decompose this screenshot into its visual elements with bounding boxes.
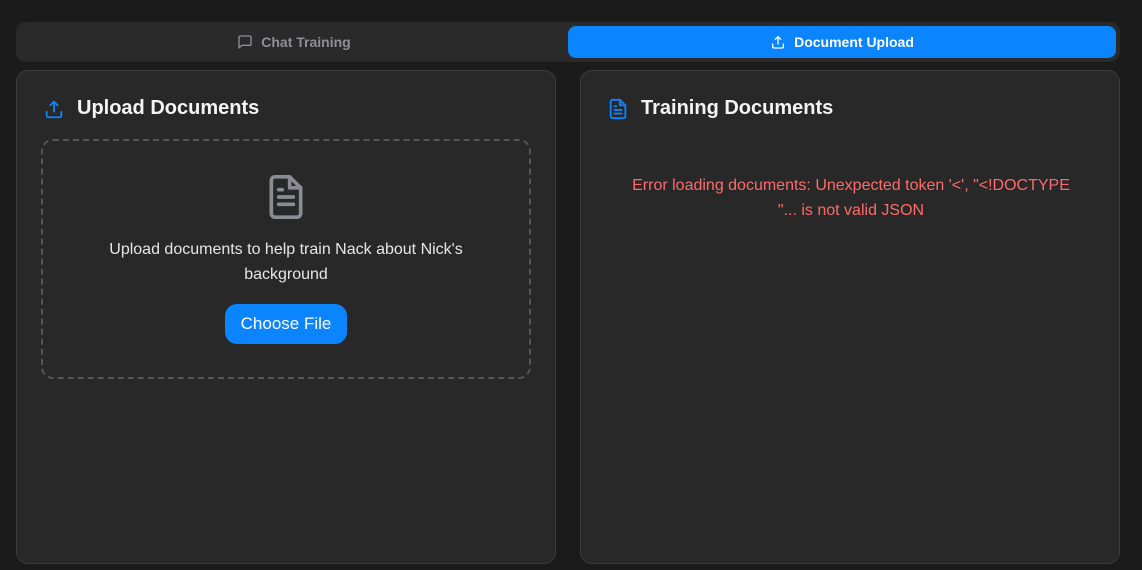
chat-bubble-icon bbox=[238, 35, 252, 49]
tab-label: Chat Training bbox=[261, 34, 351, 50]
dropzone-instructions: Upload documents to help train Nack abou… bbox=[109, 241, 463, 283]
upload-icon bbox=[45, 100, 63, 118]
panel-title: Upload Documents bbox=[77, 97, 260, 119]
upload-icon bbox=[772, 36, 785, 49]
tab-document-upload[interactable]: Document Upload bbox=[568, 26, 1116, 58]
upload-documents-panel: Upload Documents Upload documents to hel… bbox=[16, 70, 556, 564]
error-message: Error loading documents: Unexpected toke… bbox=[632, 177, 1070, 219]
choose-file-button[interactable]: Choose File bbox=[224, 304, 348, 344]
panel-header: Training Documents bbox=[607, 97, 833, 120]
file-dropzone[interactable]: Upload documents to help train Nack abou… bbox=[41, 139, 531, 379]
panel-header: Upload Documents bbox=[43, 97, 259, 120]
document-icon bbox=[609, 98, 627, 119]
training-documents-panel: Training Documents Error loading documen… bbox=[580, 70, 1120, 564]
panel-title: Training Documents bbox=[641, 97, 834, 119]
document-icon bbox=[269, 174, 303, 219]
tab-label: Document Upload bbox=[794, 34, 914, 50]
tab-bar: Chat Training Document Upload bbox=[16, 22, 1120, 62]
tab-chat-training[interactable]: Chat Training bbox=[20, 26, 568, 58]
